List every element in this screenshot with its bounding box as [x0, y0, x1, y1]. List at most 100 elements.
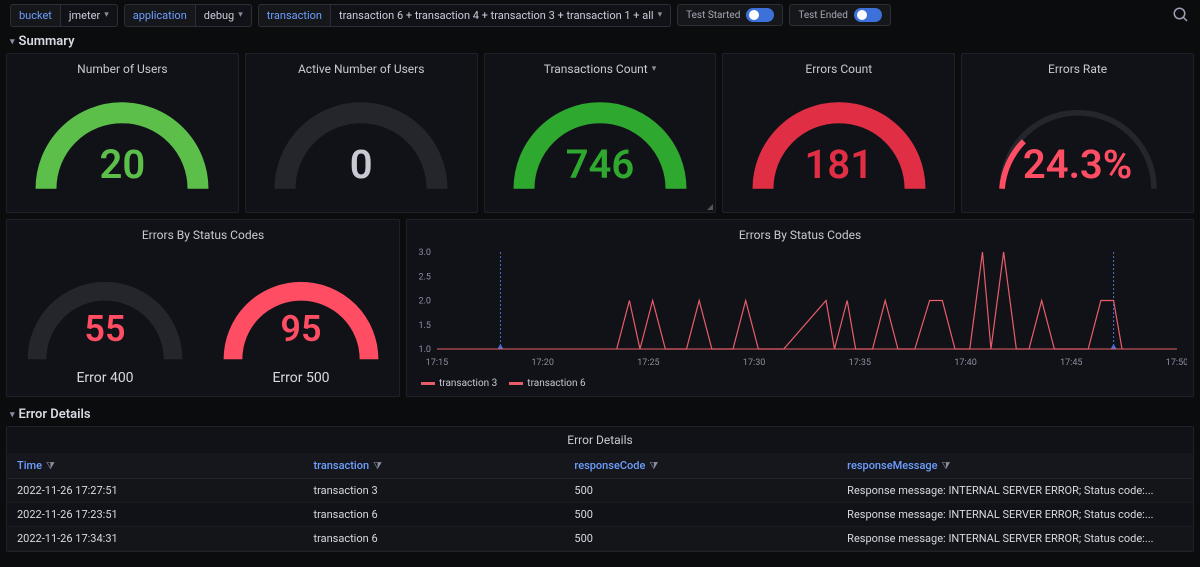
legend-item-2[interactable]: transaction 6	[509, 378, 585, 389]
search-icon[interactable]	[1172, 6, 1190, 24]
toggle-test-started-label: Test Started	[686, 10, 740, 21]
cell-responseMessage: Response message: INTERNAL SERVER ERROR;…	[837, 503, 1193, 527]
gauge-users-value: 20	[100, 141, 146, 188]
filter-icon[interactable]: ⧩	[46, 461, 55, 472]
panel-title-active-users: Active Number of Users	[298, 54, 424, 80]
section-error-details-header[interactable]: ▾ Error Details	[0, 403, 1200, 426]
panel-active-users[interactable]: Active Number of Users 0	[245, 53, 478, 213]
gauge-active-users: 0	[246, 80, 477, 212]
chevron-down-icon: ▾	[652, 64, 657, 74]
cell-responseCode: 500	[564, 503, 837, 527]
cell-responseCode: 500	[564, 479, 837, 503]
toggle-test-ended-label: Test Ended	[798, 10, 848, 21]
panel-error-details-table[interactable]: Error Details Time⧩ transaction⧩ respons…	[6, 426, 1194, 552]
gauge-err400-value: 55	[84, 308, 125, 350]
var-transaction-label: transaction	[258, 4, 330, 27]
cell-responseMessage: Response message: INTERNAL SERVER ERROR;…	[837, 479, 1193, 503]
gauge-err400: 55 Error 400	[7, 246, 203, 396]
var-bucket-value-text: jmeter	[69, 9, 100, 22]
svg-text:17:50: 17:50	[1166, 358, 1187, 368]
var-transaction: transaction transaction 6 + transaction …	[258, 4, 671, 27]
chevron-down-icon: ▾	[104, 10, 109, 20]
gauge-err400-label: Error 400	[76, 370, 133, 386]
var-transaction-value-text: transaction 6 + transaction 4 + transact…	[339, 9, 654, 22]
col-responsemessage[interactable]: responseMessage ⧩	[837, 453, 1193, 479]
col-responsemessage-label: responseMessage	[847, 459, 937, 472]
panel-title-transactions-text: Transactions Count	[544, 62, 648, 76]
gauge-err500-label: Error 500	[272, 370, 329, 386]
panel-title-status-chart: Errors By Status Codes	[739, 220, 861, 246]
section-summary-header[interactable]: ▾ Summary	[0, 30, 1200, 53]
panel-errors-by-status-chart[interactable]: Errors By Status Codes 1.01.52.02.53.017…	[406, 219, 1194, 397]
filter-icon[interactable]: ⧩	[942, 461, 951, 472]
gauge-errors-value: 181	[805, 141, 874, 188]
var-bucket-label: bucket	[10, 4, 60, 27]
chevron-down-icon: ▾	[238, 10, 243, 20]
panel-title-transactions[interactable]: Transactions Count ▾	[544, 54, 657, 80]
var-application-label: application	[124, 4, 195, 27]
var-application-value-text: debug	[204, 9, 234, 22]
resize-handle[interactable]	[707, 204, 713, 210]
legend-label-2: transaction 6	[527, 378, 585, 389]
svg-text:17:30: 17:30	[743, 358, 765, 368]
toggle-test-started-switch[interactable]	[746, 8, 774, 22]
cell-transaction: transaction 3	[304, 479, 565, 503]
toggle-test-ended: Test Ended	[789, 4, 891, 26]
summary-row1: Number of Users 20 Active Number of User…	[0, 53, 1200, 219]
svg-text:1.5: 1.5	[419, 321, 432, 331]
table-row[interactable]: 2022-11-26 17:23:51transaction 6500Respo…	[7, 503, 1193, 527]
var-application: application debug ▾	[124, 4, 252, 27]
var-application-value[interactable]: debug ▾	[195, 4, 252, 27]
panel-errors[interactable]: Errors Count 181	[722, 53, 955, 213]
table-title: Error Details	[7, 427, 1193, 453]
col-responsecode-label: responseCode	[574, 459, 645, 472]
svg-text:17:45: 17:45	[1060, 358, 1082, 368]
col-transaction-label: transaction	[314, 459, 370, 472]
chart-legend: transaction 3 transaction 6	[407, 374, 1193, 393]
cell-responseCode: 500	[564, 527, 837, 551]
svg-text:1.0: 1.0	[419, 345, 432, 355]
col-transaction[interactable]: transaction⧩	[304, 453, 565, 479]
col-time[interactable]: Time⧩	[7, 453, 304, 479]
panel-errors-by-status-gauges[interactable]: Errors By Status Codes 55 Error 400 95 E…	[6, 219, 400, 397]
gauge-errors: 181	[723, 80, 954, 212]
filter-icon[interactable]: ⧩	[373, 461, 382, 472]
panel-title-error-rate: Errors Rate	[1048, 54, 1107, 80]
gauge-err500: 95 Error 500	[203, 246, 399, 396]
table-row[interactable]: 2022-11-26 17:27:51transaction 3500Respo…	[7, 479, 1193, 503]
toolbar: bucket jmeter ▾ application debug ▾ tran…	[0, 0, 1200, 30]
section-summary-label: Summary	[19, 34, 75, 49]
svg-text:17:40: 17:40	[954, 358, 976, 368]
var-transaction-value[interactable]: transaction 6 + transaction 4 + transact…	[330, 4, 671, 27]
panel-transactions[interactable]: Transactions Count ▾ 746	[484, 53, 717, 213]
panel-number-of-users[interactable]: Number of Users 20	[6, 53, 239, 213]
chart-area: 1.01.52.02.53.017:1517:2017:2517:3017:35…	[407, 246, 1193, 396]
svg-text:2.0: 2.0	[419, 297, 432, 307]
panel-error-rate[interactable]: Errors Rate 24.3%	[961, 53, 1194, 213]
svg-text:17:25: 17:25	[637, 358, 659, 368]
line-chart: 1.01.52.02.53.017:1517:2017:2517:3017:35…	[407, 246, 1187, 371]
col-responsecode[interactable]: responseCode ⧩	[564, 453, 837, 479]
gauge-error-rate: 24.3%	[962, 80, 1193, 212]
panel-title-status-gauges: Errors By Status Codes	[142, 220, 264, 246]
gauge-err500-value: 95	[280, 308, 321, 350]
svg-text:3.0: 3.0	[419, 248, 432, 258]
toggle-test-ended-switch[interactable]	[854, 8, 882, 22]
toggle-test-started: Test Started	[677, 4, 783, 26]
svg-text:17:35: 17:35	[849, 358, 871, 368]
var-bucket: bucket jmeter ▾	[10, 4, 118, 27]
var-bucket-value[interactable]: jmeter ▾	[60, 4, 118, 27]
filter-icon[interactable]: ⧩	[649, 461, 658, 472]
error-details-table: Time⧩ transaction⧩ responseCode⧩ respons…	[7, 453, 1193, 551]
svg-text:17:20: 17:20	[532, 358, 554, 368]
table-header-row: Time⧩ transaction⧩ responseCode⧩ respons…	[7, 453, 1193, 479]
legend-swatch	[509, 382, 523, 385]
gauge-active-users-value: 0	[350, 141, 373, 188]
table-row[interactable]: 2022-11-26 17:34:31transaction 6500Respo…	[7, 527, 1193, 551]
gauge-transactions-value: 746	[566, 141, 635, 188]
cell-time: 2022-11-26 17:34:31	[7, 527, 304, 551]
chevron-down-icon: ▾	[658, 10, 663, 20]
dual-gauges: 55 Error 400 95 Error 500	[7, 246, 399, 396]
legend-item-1[interactable]: transaction 3	[421, 378, 497, 389]
cell-transaction: transaction 6	[304, 527, 565, 551]
